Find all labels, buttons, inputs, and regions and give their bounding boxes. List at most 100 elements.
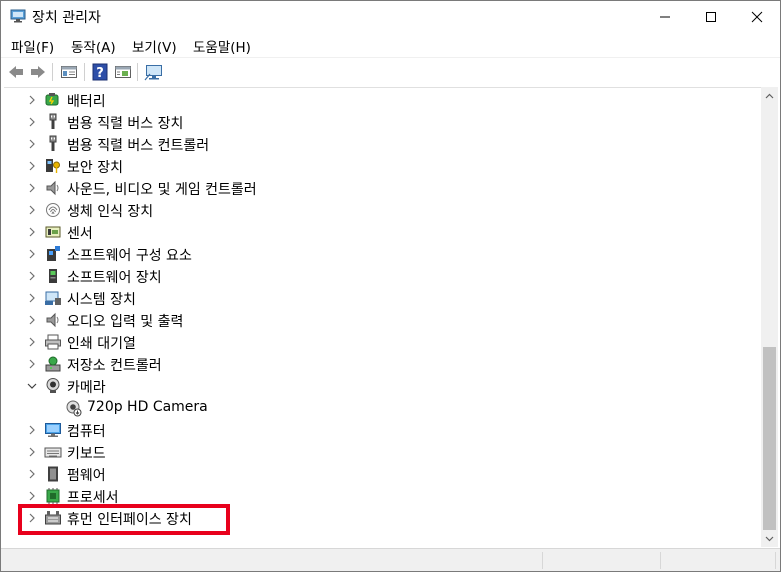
- chevron-right-icon[interactable]: [26, 270, 38, 282]
- device-tree[interactable]: 배터리범용 직렬 버스 장치범용 직렬 버스 컨트롤러 보안 장치사운드, 비디오…: [4, 87, 761, 547]
- firmware-icon: [48, 466, 58, 482]
- device-manager-app-icon: [10, 9, 26, 23]
- tree-item-label: 카메라: [67, 380, 106, 396]
- chevron-right-icon[interactable]: [26, 138, 38, 150]
- scroll-thumb[interactable]: [763, 347, 776, 530]
- tree-category-item[interactable]: 소프트웨어 구성 요소: [4, 243, 759, 265]
- chevron-right-icon[interactable]: [26, 314, 38, 326]
- forward-button[interactable]: [27, 61, 49, 83]
- close-icon: [751, 11, 763, 22]
- chevron-right-icon[interactable]: [26, 336, 38, 348]
- security-key-icon: [46, 159, 60, 173]
- view-panel-icon: [115, 66, 131, 78]
- tree-item-label: 인쇄 대기열: [67, 336, 136, 352]
- chevron-right-icon[interactable]: [26, 226, 38, 238]
- tree-category-item[interactable]: 생체 인식 장치: [4, 199, 759, 221]
- tree-category-item[interactable]: 사운드, 비디오 및 게임 컨트롤러: [4, 177, 759, 199]
- sensor-icon: [45, 226, 61, 238]
- storage-controller-icon: [45, 356, 61, 372]
- view-button[interactable]: [112, 61, 134, 83]
- chevron-right-icon[interactable]: [26, 160, 38, 172]
- menu-help[interactable]: 도움말(H): [193, 36, 251, 56]
- vertical-scrollbar[interactable]: [761, 87, 778, 547]
- tree-category-item[interactable]: 오디오 입력 및 출력: [4, 309, 759, 331]
- usb-icon: [49, 113, 57, 129]
- tree-item-label: 사운드, 비디오 및 게임 컨트롤러: [67, 182, 257, 198]
- window-title: 장치 관리자: [32, 10, 101, 26]
- menu-file[interactable]: 파일(F): [11, 36, 54, 56]
- tree-category-item[interactable]: 컴퓨터: [4, 419, 759, 441]
- chevron-right-icon[interactable]: [26, 94, 38, 106]
- maximize-button[interactable]: [688, 1, 734, 32]
- tree-item-label: 범용 직렬 버스 컨트롤러: [67, 138, 210, 154]
- title-bar[interactable]: 장치 관리자: [1, 1, 780, 32]
- toolbar-separator: [52, 63, 53, 81]
- close-button[interactable]: [734, 1, 780, 32]
- system-device-icon: [45, 291, 61, 305]
- tree-category-item[interactable]: 저장소 컨트롤러: [4, 353, 759, 375]
- scroll-up-button[interactable]: [761, 87, 778, 104]
- tree-item-label: 720p HD Camera: [87, 399, 208, 415]
- tree-item-label: 소프트웨어 구성 요소: [67, 248, 192, 264]
- menu-action[interactable]: 동작(A): [71, 36, 116, 56]
- tree-category-item[interactable]: 인쇄 대기열: [4, 331, 759, 353]
- battery-icon: [45, 93, 59, 106]
- monitor-scan-icon: [144, 65, 162, 81]
- tree-category-item[interactable]: 소프트웨어 장치: [4, 265, 759, 287]
- tree-category-item[interactable]: 카메라: [4, 375, 759, 397]
- status-cell: [546, 552, 661, 569]
- processor-icon: [46, 488, 60, 504]
- chevron-down-icon: [765, 536, 774, 541]
- scan-hardware-button[interactable]: [143, 61, 165, 83]
- back-arrow-icon: [9, 66, 23, 78]
- maximize-icon: [706, 11, 716, 22]
- chevron-right-icon[interactable]: [26, 468, 38, 480]
- printer-icon: [45, 334, 61, 350]
- tree-category-item[interactable]: 보안 장치: [4, 155, 759, 177]
- help-button[interactable]: ?: [89, 61, 111, 83]
- tree-item-label: 저장소 컨트롤러: [67, 358, 162, 374]
- tree-item-label: 범용 직렬 버스 장치: [67, 116, 184, 132]
- chevron-right-icon[interactable]: [26, 182, 38, 194]
- chevron-right-icon[interactable]: [26, 446, 38, 458]
- software-component-icon: [47, 246, 60, 261]
- chevron-right-icon[interactable]: [26, 248, 38, 260]
- speaker-icon: [46, 180, 59, 196]
- status-bar: [1, 548, 780, 571]
- help-icon: ?: [92, 63, 108, 81]
- tree-category-item[interactable]: 범용 직렬 버스 컨트롤러: [4, 133, 759, 155]
- svg-text:?: ?: [96, 66, 104, 81]
- toolbar: ?: [1, 57, 780, 85]
- tree-category-item[interactable]: 시스템 장치: [4, 287, 759, 309]
- computer-icon: [45, 423, 61, 437]
- webcam-icon: [46, 378, 60, 393]
- chevron-down-icon[interactable]: [26, 380, 38, 392]
- menu-view[interactable]: 보기(V): [132, 36, 177, 56]
- device-manager-window: 장치 관리자 파일(F) 동작(A) 보기(V) 도움말(H) ? 배터리 범용…: [0, 0, 781, 572]
- chevron-right-icon[interactable]: [26, 292, 38, 304]
- chevron-right-icon[interactable]: [26, 116, 38, 128]
- tree-child-item[interactable]: 720p HD Camera: [4, 397, 759, 419]
- chevron-right-icon[interactable]: [26, 204, 38, 216]
- keyboard-icon: [44, 447, 62, 458]
- minimize-button[interactable]: [642, 1, 688, 32]
- tree-item-label: 배터리: [67, 94, 106, 110]
- chevron-right-icon[interactable]: [26, 358, 38, 370]
- tree-category-item[interactable]: 배터리: [4, 89, 759, 111]
- chevron-right-icon[interactable]: [26, 424, 38, 436]
- chevron-right-icon[interactable]: [26, 490, 38, 502]
- tree-category-item[interactable]: 펌웨어: [4, 463, 759, 485]
- tree-item-label: 소프트웨어 장치: [67, 270, 162, 286]
- tree-category-item[interactable]: 범용 직렬 버스 장치: [4, 111, 759, 133]
- tree-category-item[interactable]: 키보드: [4, 441, 759, 463]
- tree-category-item[interactable]: 센서: [4, 221, 759, 243]
- scroll-down-button[interactable]: [761, 530, 778, 547]
- minimize-icon: [660, 16, 670, 17]
- chevron-up-icon: [765, 93, 774, 98]
- menu-bar: 파일(F) 동작(A) 보기(V) 도움말(H): [1, 32, 780, 57]
- tree-item-label: 컴퓨터: [67, 424, 106, 440]
- properties-button[interactable]: [58, 61, 80, 83]
- highlight-box: [18, 504, 230, 535]
- status-cell: [664, 552, 776, 569]
- back-button[interactable]: [5, 61, 27, 83]
